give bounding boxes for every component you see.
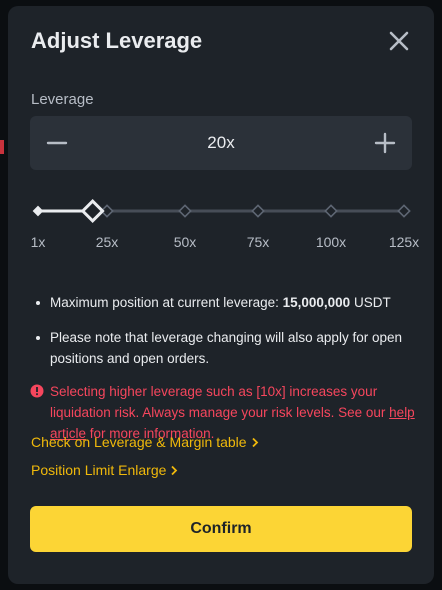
slider-stop-mark[interactable]: [251, 204, 265, 218]
tick-label[interactable]: 1x: [31, 234, 46, 250]
slider-stop-mark[interactable]: [32, 205, 44, 217]
max-position-item: Maximum position at current leverage: 15…: [30, 292, 422, 313]
max-position-value: 15,000,000: [282, 295, 351, 310]
tick-label[interactable]: 100x: [316, 234, 346, 250]
position-limit-label: Position Limit Enlarge: [31, 462, 167, 478]
leverage-note-item: Please note that leverage changing will …: [30, 327, 422, 369]
decrease-leverage-button[interactable]: [30, 116, 84, 170]
leverage-value[interactable]: 20x: [90, 116, 352, 170]
leverage-info: Maximum position at current leverage: 15…: [30, 292, 422, 444]
slider-stop-mark[interactable]: [324, 204, 338, 218]
max-position-prefix: Maximum position at current leverage:: [50, 295, 279, 310]
slider-tick-labels: 1x 25x 50x 75x 100x 125x: [8, 234, 434, 254]
background-marker: [0, 140, 4, 154]
slider-stop-mark[interactable]: [397, 204, 411, 218]
margin-table-label: Check on Leverage & Margin table: [31, 434, 247, 450]
minus-icon: [46, 141, 68, 145]
tick-label[interactable]: 50x: [174, 234, 197, 250]
chevron-right-icon: [251, 437, 258, 448]
adjust-leverage-dialog: Adjust Leverage Leverage 20x 1x 25x 50x …: [8, 6, 434, 584]
position-limit-enlarge-link[interactable]: Position Limit Enlarge: [31, 462, 178, 478]
increase-leverage-button[interactable]: [358, 116, 412, 170]
warning-text: Selecting higher leverage such as [10x] …: [50, 384, 386, 420]
warning-icon: [30, 384, 44, 398]
tick-label[interactable]: 25x: [96, 234, 119, 250]
max-position-unit: USDT: [353, 295, 391, 310]
dialog-title: Adjust Leverage: [31, 28, 203, 53]
leverage-margin-table-link[interactable]: Check on Leverage & Margin table: [31, 434, 259, 450]
leverage-stepper: 20x: [30, 116, 412, 170]
leverage-slider[interactable]: [8, 196, 434, 226]
tick-label[interactable]: 125x: [389, 234, 419, 250]
slider-stop-mark[interactable]: [178, 204, 192, 218]
plus-icon: [374, 132, 396, 154]
confirm-button[interactable]: Confirm: [30, 506, 412, 552]
close-icon[interactable]: [388, 30, 410, 52]
tick-label[interactable]: 75x: [247, 234, 270, 250]
slider-thumb[interactable]: [80, 198, 105, 224]
leverage-label: Leverage: [31, 91, 94, 108]
chevron-right-icon: [171, 465, 178, 476]
